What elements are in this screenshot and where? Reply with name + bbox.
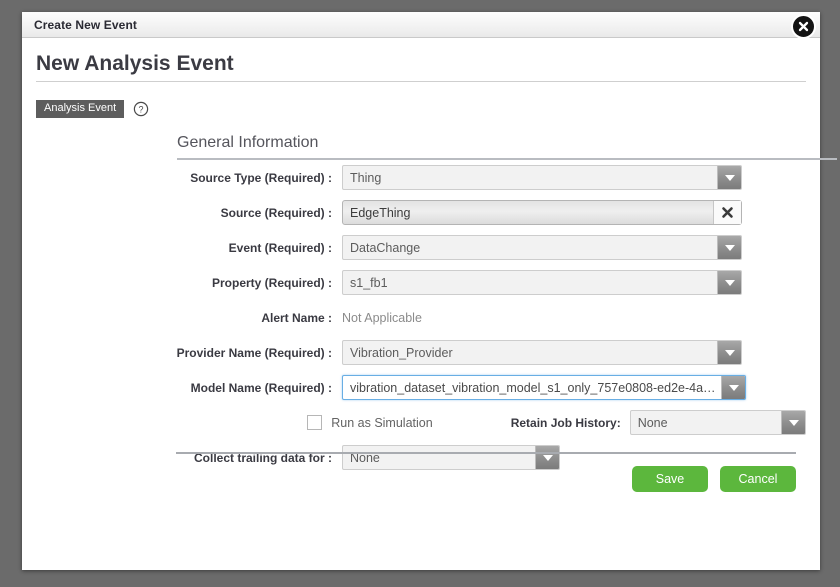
chevron-down-icon[interactable] [781,411,805,434]
create-new-event-dialog: Create New Event New Analysis Event Anal… [22,12,837,570]
page-title: New Analysis Event [36,52,806,82]
chevron-down-icon[interactable] [717,271,741,294]
label-source: Source (Required) : [220,205,332,220]
retain-job-history-dropdown[interactable]: None [629,410,806,435]
property-value: s1_fb1 [350,275,388,290]
label-provider-name: Provider Name (Required) : [176,345,332,360]
chevron-down-icon[interactable] [535,446,559,469]
help-icon[interactable]: ? [133,101,149,117]
form-row-event: Event (Required) : DataChange [152,230,806,265]
close-icon[interactable] [791,14,816,39]
source-value: EdgeThing [350,205,411,220]
clear-icon[interactable] [713,201,741,224]
run-as-simulation-label: Run as Simulation [331,415,433,430]
svg-text:?: ? [139,105,144,115]
dialog-titlebar: Create New Event [22,12,820,38]
model-name-value: vibration_dataset_vibration_model_s1_onl… [350,380,721,395]
label-model-name: Model Name (Required) : [190,380,332,395]
tab-bar: Analysis Event ? [36,100,149,118]
alert-name-value: Not Applicable [342,310,422,325]
run-as-simulation-checkbox-group: Run as Simulation [307,415,433,430]
source-input[interactable]: EdgeThing [342,200,742,225]
form-row-simulation: Run as Simulation Retain Job History: No… [152,405,806,440]
run-as-simulation-checkbox[interactable] [307,415,323,430]
chevron-down-icon[interactable] [717,166,741,189]
provider-name-value: Vibration_Provider [350,345,453,360]
section-title: General Information [177,134,837,160]
label-alert-name: Alert Name : [261,310,332,325]
source-type-dropdown[interactable]: Thing [342,165,742,190]
event-dropdown[interactable]: DataChange [342,235,742,260]
source-type-value: Thing [350,170,382,185]
form-row-source-type: Source Type (Required) : Thing [152,160,806,195]
form-row-provider-name: Provider Name (Required) : Vibration_Pro… [152,335,806,370]
dialog-body: New Analysis Event Analysis Event ? Gene… [22,38,837,570]
form-row-model-name: Model Name (Required) : vibration_datase… [152,370,806,405]
collect-trailing-dropdown[interactable]: None [342,445,560,470]
save-button[interactable]: Save [632,466,708,492]
label-event: Event (Required) : [228,240,332,255]
event-value: DataChange [350,240,421,255]
cancel-button[interactable]: Cancel [720,466,796,492]
form-row-source: Source (Required) : EdgeThing [152,195,806,230]
footer-divider [176,452,796,454]
retain-job-history-value: None [637,415,668,430]
chevron-down-icon[interactable] [721,376,745,399]
tab-analysis-event[interactable]: Analysis Event [36,100,125,118]
form-row-alert-name: Alert Name : Not Applicable [152,300,806,335]
model-name-dropdown[interactable]: vibration_dataset_vibration_model_s1_onl… [342,375,746,400]
label-source-type: Source Type (Required) : [190,170,332,185]
label-property: Property (Required) : [211,275,332,290]
chevron-down-icon[interactable] [717,236,741,259]
label-retain-job-history: Retain Job History: [510,415,621,430]
provider-name-dropdown[interactable]: Vibration_Provider [342,340,742,365]
form-row-property: Property (Required) : s1_fb1 [152,265,806,300]
property-dropdown[interactable]: s1_fb1 [342,270,742,295]
chevron-down-icon[interactable] [717,341,741,364]
dialog-footer: Save Cancel [632,466,796,492]
general-information-form: General Information Source Type (Require… [152,134,837,475]
dialog-title: Create New Event [34,17,137,32]
